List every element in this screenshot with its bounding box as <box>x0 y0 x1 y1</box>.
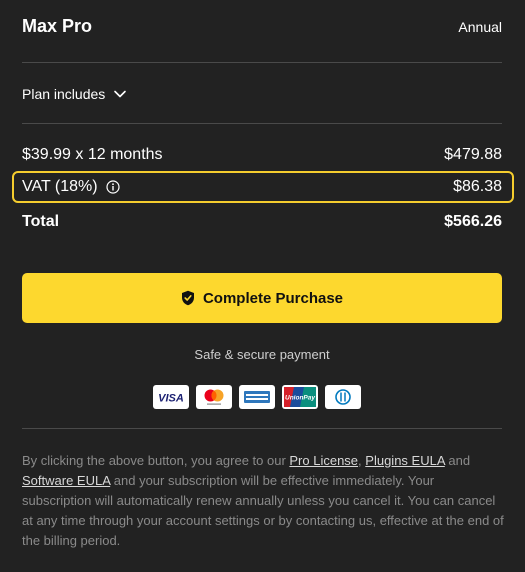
payment-methods: VISA UnionPay <box>153 385 361 409</box>
info-icon[interactable] <box>105 180 120 194</box>
divider <box>22 428 502 429</box>
plan-header: Max Pro Annual <box>22 16 502 40</box>
line-item-value: $479.88 <box>444 146 502 163</box>
diners-club-card-icon <box>325 385 361 409</box>
complete-purchase-button[interactable]: Complete Purchase <box>22 273 502 323</box>
pro-license-link[interactable]: Pro License <box>289 453 358 468</box>
line-item-label: $39.99 x 12 months <box>22 146 163 163</box>
amex-card-icon <box>239 385 275 409</box>
shield-check-icon <box>181 290 194 306</box>
legal-text-part: By clicking the above button, you agree … <box>22 453 290 468</box>
plan-name: Max Pro <box>22 16 93 36</box>
svg-text:UnionPay: UnionPay <box>285 395 315 402</box>
complete-purchase-label: Complete Purchase <box>202 289 344 307</box>
plan-includes-label: Plan includes <box>22 86 106 102</box>
plugins-eula-link[interactable]: Plugins EULA <box>365 453 445 468</box>
vat-label: VAT (18%) <box>22 178 98 195</box>
total-label: Total <box>22 213 60 230</box>
vat-value: $86.38 <box>453 178 502 195</box>
total-row: Total $566.26 <box>22 211 502 233</box>
secure-payment-text: Safe & secure payment <box>194 347 330 362</box>
chevron-down-icon <box>114 90 127 98</box>
software-eula-link[interactable]: Software EULA <box>22 473 110 488</box>
vat-row: VAT (18%) $86.38 <box>22 171 502 203</box>
unionpay-card-icon: UnionPay <box>282 385 318 409</box>
legal-text-part: and <box>444 453 471 468</box>
legal-text: By clicking the above button, you agree … <box>22 451 504 551</box>
visa-card-icon: VISA <box>153 385 189 409</box>
total-value: $566.26 <box>444 213 502 230</box>
mastercard-icon <box>196 385 232 409</box>
line-item-row: $39.99 x 12 months $479.88 <box>22 144 502 166</box>
billing-period: Annual <box>458 19 502 35</box>
svg-text:VISA: VISA <box>158 393 184 405</box>
divider <box>22 62 502 63</box>
plan-includes-toggle[interactable]: Plan includes <box>22 84 127 104</box>
divider <box>22 123 502 124</box>
